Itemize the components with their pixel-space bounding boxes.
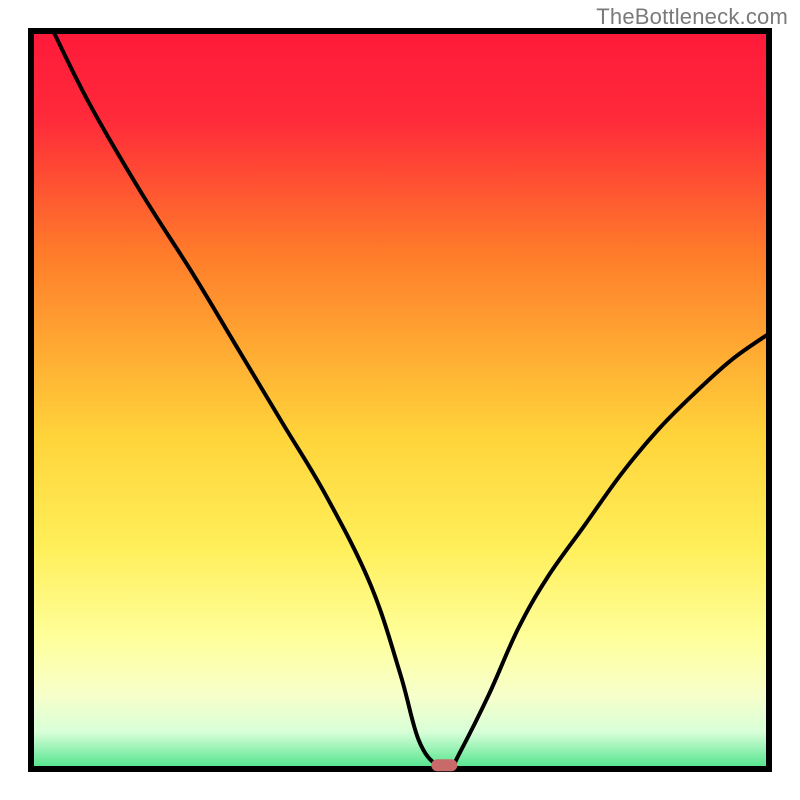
gradient-background — [31, 31, 769, 769]
watermark-text: TheBottleneck.com — [596, 4, 788, 30]
valley-marker — [431, 759, 457, 771]
bottleneck-chart — [0, 0, 800, 800]
plot-area — [31, 31, 769, 769]
